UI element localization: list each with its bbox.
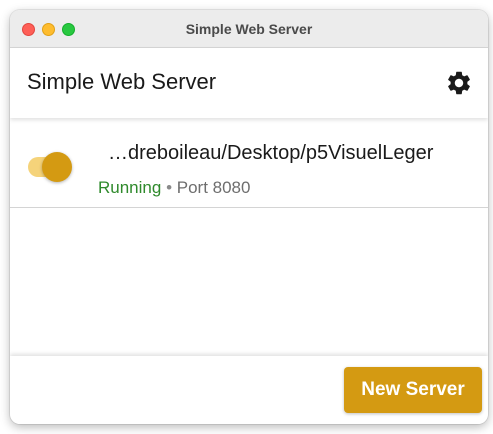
window-title: Simple Web Server xyxy=(185,21,313,37)
server-list-item: …dreboileau/Desktop/p5VisuelLeger Runnin… xyxy=(10,120,488,208)
new-server-button[interactable]: New Server xyxy=(344,367,482,413)
page-title: Simple Web Server xyxy=(27,69,217,94)
toggle-knob xyxy=(42,152,72,182)
gear-icon xyxy=(448,71,470,95)
server-enabled-toggle[interactable] xyxy=(28,152,72,182)
status-running-label: Running xyxy=(98,178,162,197)
title-bar: Simple Web Server xyxy=(10,10,488,48)
status-separator: • xyxy=(166,178,173,197)
footer-bar: New Server xyxy=(10,356,488,424)
settings-button[interactable] xyxy=(442,66,476,100)
server-status: Running • Port 8080 xyxy=(98,178,250,198)
server-port-label: Port 8080 xyxy=(176,178,251,197)
app-header: Simple Web Server xyxy=(10,48,488,118)
app-window: Simple Web Server Simple Web Server …dre… xyxy=(10,10,488,424)
server-path: …dreboileau/Desktop/p5VisuelLeger xyxy=(108,142,434,164)
